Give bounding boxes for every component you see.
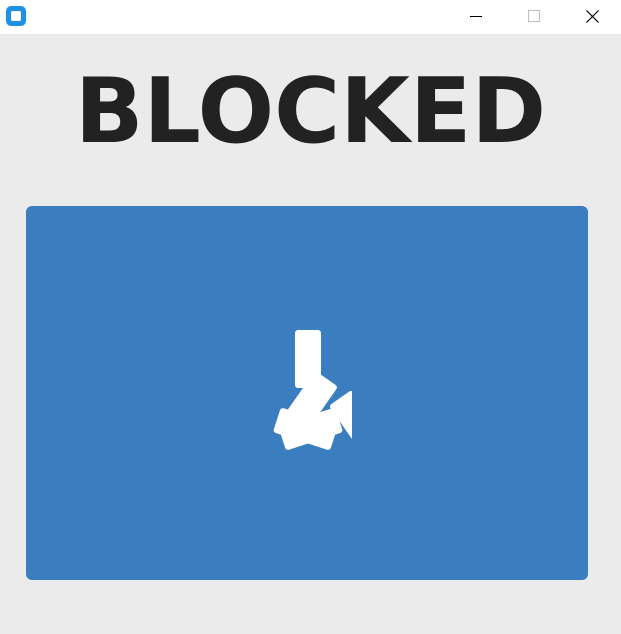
blocked-panel — [26, 206, 588, 580]
close-button[interactable] — [563, 0, 621, 34]
maximize-button[interactable] — [505, 0, 563, 34]
app-icon — [6, 6, 26, 26]
page-title: BLOCKED — [74, 59, 547, 164]
asterisk-icon — [273, 330, 352, 453]
title-bar — [0, 0, 621, 34]
close-icon — [586, 10, 599, 23]
minimize-button[interactable] — [447, 0, 505, 34]
